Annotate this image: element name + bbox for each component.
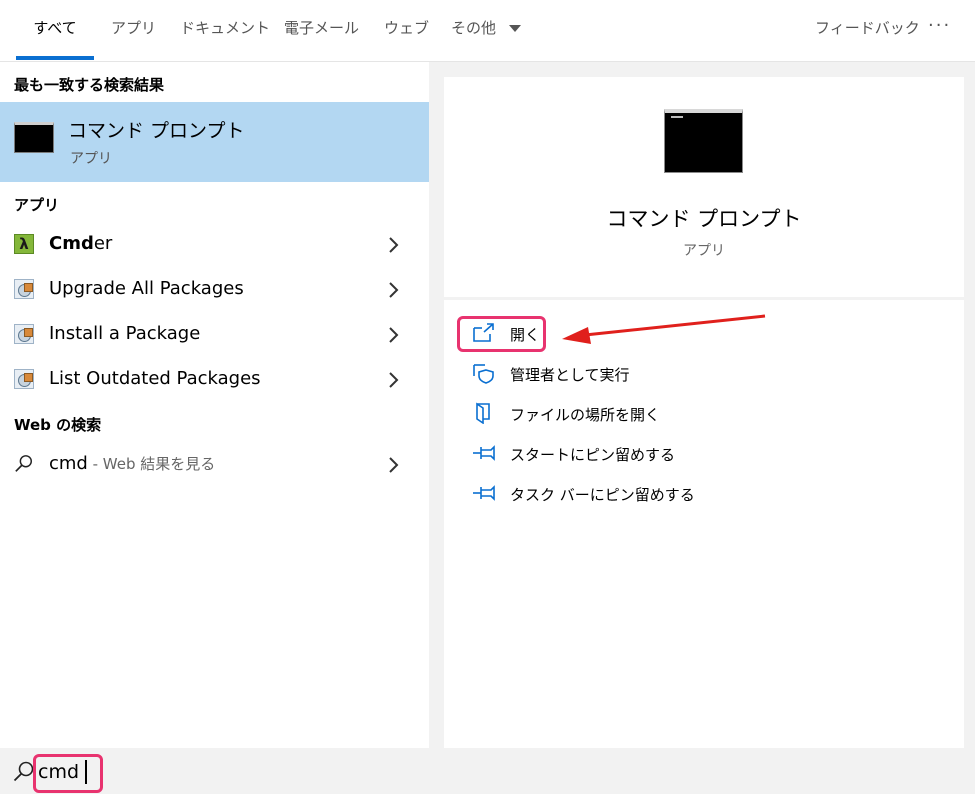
package-icon — [14, 279, 34, 299]
action-pin-to-start[interactable]: スタートにピン留めする — [472, 438, 772, 468]
command-prompt-icon — [14, 122, 54, 153]
action-pin-to-taskbar[interactable]: タスク バーにピン留めする — [472, 478, 772, 508]
web-suffix: - Web 結果を見る — [87, 455, 216, 473]
web-search-label: cmd - Web 結果を見る — [49, 453, 215, 474]
tab-all-label: すべて — [33, 19, 77, 37]
tab-email-label: 電子メール — [284, 19, 360, 37]
red-arrow-annotation — [562, 314, 766, 344]
tab-more-dropdown[interactable]: その他 — [451, 0, 521, 60]
chevron-right-icon[interactable] — [383, 280, 403, 300]
pin-icon — [473, 445, 495, 461]
list-item-label: Install a Package — [49, 323, 201, 344]
list-item-web-search[interactable]: cmd - Web 結果を見る — [0, 443, 429, 487]
best-match-heading: 最も一致する検索結果 — [14, 76, 165, 94]
shield-icon — [473, 364, 494, 384]
search-icon — [15, 455, 32, 472]
list-item-label: Cmder — [49, 233, 112, 254]
action-run-as-admin[interactable]: 管理者として実行 — [472, 358, 772, 388]
action-label: ファイルの場所を開く — [510, 406, 661, 424]
best-match-subtitle: アプリ — [70, 151, 112, 167]
chevron-right-icon[interactable] — [383, 325, 403, 345]
prompt-glyph — [671, 116, 683, 118]
best-match-item[interactable]: コマンド プロンプト アプリ — [0, 102, 429, 182]
tab-all[interactable]: すべて — [16, 0, 94, 60]
results-panel: 最も一致する検索結果 コマンド プロンプト アプリ アプリ λ Cmder Up… — [0, 62, 429, 748]
detail-header: コマンド プロンプト アプリ — [444, 77, 964, 297]
tab-more-label: その他 — [451, 19, 497, 37]
chevron-right-icon[interactable] — [383, 455, 403, 475]
apps-heading: アプリ — [14, 196, 60, 214]
chevron-right-icon[interactable] — [383, 370, 403, 390]
detail-actions: 開く 管理者として実行 ファイルの場所を開く スタートにピン留めする タスク バ… — [444, 300, 964, 748]
tab-apps-label: アプリ — [111, 19, 157, 37]
action-label: スタートにピン留めする — [510, 446, 676, 464]
detail-title: コマンド プロンプト — [606, 207, 802, 231]
tab-web-label: ウェブ — [384, 19, 430, 37]
list-item-cmder[interactable]: λ Cmder — [0, 223, 429, 267]
list-item-label: List Outdated Packages — [49, 368, 261, 389]
list-item-upgrade-all-packages[interactable]: Upgrade All Packages — [0, 268, 429, 312]
action-label: タスク バーにピン留めする — [510, 486, 695, 504]
chevron-right-icon[interactable] — [383, 235, 403, 255]
best-match-title: コマンド プロンプト — [68, 120, 245, 142]
more-options-button[interactable]: ··· — [928, 0, 951, 52]
search-scope-tabs: すべて アプリ ドキュメント 電子メール ウェブ その他 フィードバック ··· — [0, 0, 975, 62]
highlight-search-query — [33, 754, 103, 793]
command-prompt-icon — [664, 109, 743, 173]
cmder-lambda-icon: λ — [14, 234, 34, 254]
web-search-heading: Web の検索 — [14, 416, 102, 434]
action-label: 管理者として実行 — [510, 366, 630, 384]
label-rest: er — [93, 233, 113, 254]
list-item-list-outdated-packages[interactable]: List Outdated Packages — [0, 358, 429, 402]
tab-email[interactable]: 電子メール — [284, 0, 359, 60]
detail-subtitle: アプリ — [683, 243, 725, 259]
caret-down-icon — [508, 25, 521, 32]
pin-icon — [473, 485, 495, 501]
action-open-file-location[interactable]: ファイルの場所を開く — [472, 398, 772, 428]
highlight-open-action — [457, 316, 546, 352]
file-location-icon — [476, 402, 490, 424]
package-icon — [14, 369, 34, 389]
list-item-label: Upgrade All Packages — [49, 278, 244, 299]
list-item-install-a-package[interactable]: Install a Package — [0, 313, 429, 357]
tab-web[interactable]: ウェブ — [384, 0, 429, 60]
tab-apps[interactable]: アプリ — [111, 0, 156, 60]
search-bar — [0, 748, 975, 794]
web-query: cmd — [49, 453, 88, 474]
match-highlight: Cmd — [49, 233, 94, 254]
package-icon — [14, 324, 34, 344]
tab-documents[interactable]: ドキュメント — [180, 0, 270, 60]
tab-documents-label: ドキュメント — [180, 19, 271, 37]
active-tab-indicator — [16, 56, 94, 60]
feedback-link[interactable]: フィードバック — [815, 0, 920, 56]
